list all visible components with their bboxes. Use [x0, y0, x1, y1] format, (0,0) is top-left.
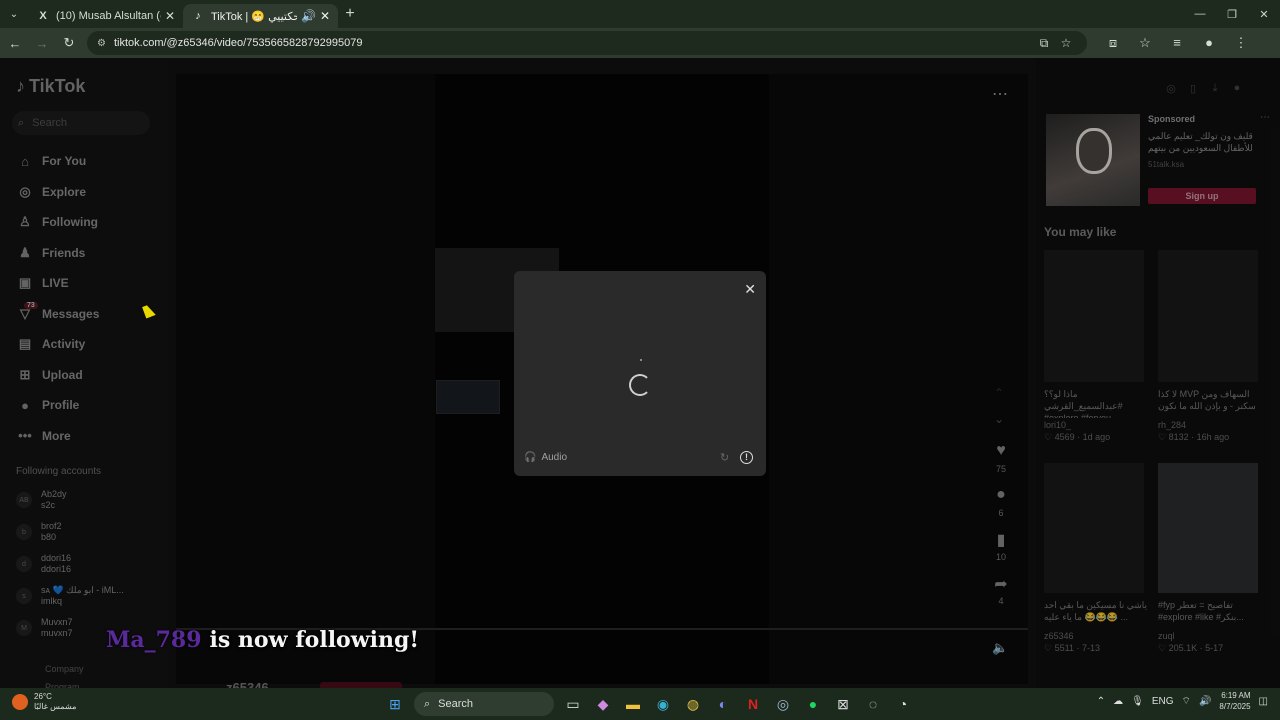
- url-field[interactable]: ⚙ tiktok.com/@z65346/video/7535665828792…: [87, 31, 1087, 55]
- taskbar-clock[interactable]: 6:19 AM 8/7/2025: [1219, 690, 1250, 712]
- taskbar-search[interactable]: ⌕ Search: [414, 692, 554, 716]
- file-explorer-icon[interactable]: ▬: [620, 691, 646, 717]
- browser-tab-bar: ⌄ X (10) Musab Alsultan (@Muvxn_ ✕ ♪ Tik…: [0, 0, 1280, 28]
- edge-icon[interactable]: ◉: [650, 691, 676, 717]
- tab-search-menu-icon[interactable]: ⌄: [0, 0, 28, 28]
- audio-button[interactable]: 🎧 Audio: [524, 452, 567, 463]
- obs-icon[interactable]: ◌: [860, 691, 886, 717]
- tab-title: TikTok | 😁 والله ضحكتييي: [211, 10, 297, 23]
- audio-label: Audio: [541, 452, 568, 463]
- minimize-button[interactable]: —: [1184, 0, 1216, 28]
- chrome-icon[interactable]: ◍: [680, 691, 706, 717]
- windows-start-icon[interactable]: ⊞: [382, 691, 408, 717]
- follower-name: Ma_789: [106, 627, 202, 653]
- clock-time: 6:19 AM: [1221, 691, 1251, 700]
- stream-follow-alert: Ma_789 is now following!: [106, 627, 419, 653]
- tab-twitter[interactable]: X (10) Musab Alsultan (@Muvxn_ ✕: [28, 4, 183, 28]
- extensions-icon[interactable]: ⧈: [1097, 35, 1129, 51]
- tab-title: (10) Musab Alsultan (@Muvxn_: [56, 10, 161, 22]
- x-logo-icon: X: [39, 10, 47, 22]
- language-indicator[interactable]: ENG: [1152, 696, 1174, 707]
- tab-close-icon[interactable]: ✕: [320, 9, 330, 23]
- volume-tray-icon[interactable]: 🔊: [1199, 696, 1211, 707]
- address-bar-row: ← → ↻ ⚙ tiktok.com/@z65346/video/7535665…: [0, 28, 1280, 58]
- loading-spinner: [629, 374, 651, 396]
- maximize-button[interactable]: ❐: [1216, 0, 1248, 28]
- sun-icon: [12, 694, 28, 710]
- bookmark-star-icon[interactable]: ☆: [1055, 36, 1077, 51]
- tab-tiktok[interactable]: ♪ TikTok | 😁 والله ضحكتييي 🔊 ✕: [183, 4, 338, 28]
- forward-button[interactable]: →: [30, 31, 54, 55]
- site-info-icon[interactable]: ⚙: [97, 38, 106, 49]
- tiktok-logo-icon: ♪: [195, 10, 201, 22]
- follow-message: is now following!: [209, 627, 420, 653]
- install-app-icon[interactable]: ⧉: [1033, 36, 1055, 51]
- media-control-icon[interactable]: ≡: [1161, 35, 1193, 51]
- discord-icon[interactable]: ◐: [710, 691, 736, 717]
- loading-dot: [640, 359, 642, 361]
- tray-chevron-icon[interactable]: ⌃: [1097, 696, 1105, 707]
- wifi-icon[interactable]: ⌔: [1182, 695, 1191, 708]
- close-window-button[interactable]: ✕: [1248, 0, 1280, 28]
- steam-icon[interactable]: ◎: [770, 691, 796, 717]
- weather-widget[interactable]: 26°C مشمس غالبًا: [12, 692, 76, 712]
- window-controls: — ❐ ✕: [1184, 0, 1280, 28]
- refresh-icon[interactable]: ↻: [720, 451, 729, 464]
- profile-avatar[interactable]: ●: [1193, 35, 1225, 51]
- back-button[interactable]: ←: [3, 31, 27, 55]
- taskbar-search-label: Search: [438, 698, 474, 710]
- tab-close-icon[interactable]: ✕: [165, 9, 175, 23]
- clock-date: 8/7/2025: [1219, 702, 1251, 711]
- browser-menu-icon[interactable]: ⋮: [1225, 35, 1257, 51]
- spotify-icon[interactable]: ●: [800, 691, 826, 717]
- mic-icon[interactable]: 🎙: [1131, 696, 1144, 707]
- reload-button[interactable]: ↻: [57, 31, 81, 55]
- netflix-icon[interactable]: N: [740, 691, 766, 717]
- weather-desc: مشمس غالبًا: [34, 702, 77, 711]
- network-tray-icon[interactable]: ☁: [1113, 696, 1123, 707]
- capcut-icon[interactable]: ⊠: [830, 691, 856, 717]
- weather-temp: 26°C: [34, 692, 52, 701]
- copilot-icon[interactable]: ◆: [590, 691, 616, 717]
- close-icon[interactable]: ✕: [744, 281, 756, 298]
- search-icon: ⌕: [424, 697, 431, 710]
- task-view-icon[interactable]: ▭: [560, 691, 586, 717]
- headphones-icon: 🎧: [524, 452, 537, 463]
- new-tab-button[interactable]: +: [338, 5, 362, 23]
- windows-taskbar: 26°C مشمس غالبًا ⊞ ⌕ Search ▭ ◆ ▬ ◉ ◍ ◐ N …: [0, 688, 1280, 720]
- app-icon[interactable]: ◔: [890, 691, 916, 717]
- url-text: tiktok.com/@z65346/video/753566582879299…: [113, 37, 363, 49]
- speaker-icon[interactable]: 🔊: [301, 9, 316, 23]
- audio-captcha-modal: ✕ 🎧 Audio ↻ !: [514, 271, 766, 476]
- bookmarks-icon[interactable]: ☆: [1129, 35, 1161, 51]
- info-icon[interactable]: !: [740, 451, 753, 464]
- notification-icon[interactable]: ◫: [1259, 696, 1268, 707]
